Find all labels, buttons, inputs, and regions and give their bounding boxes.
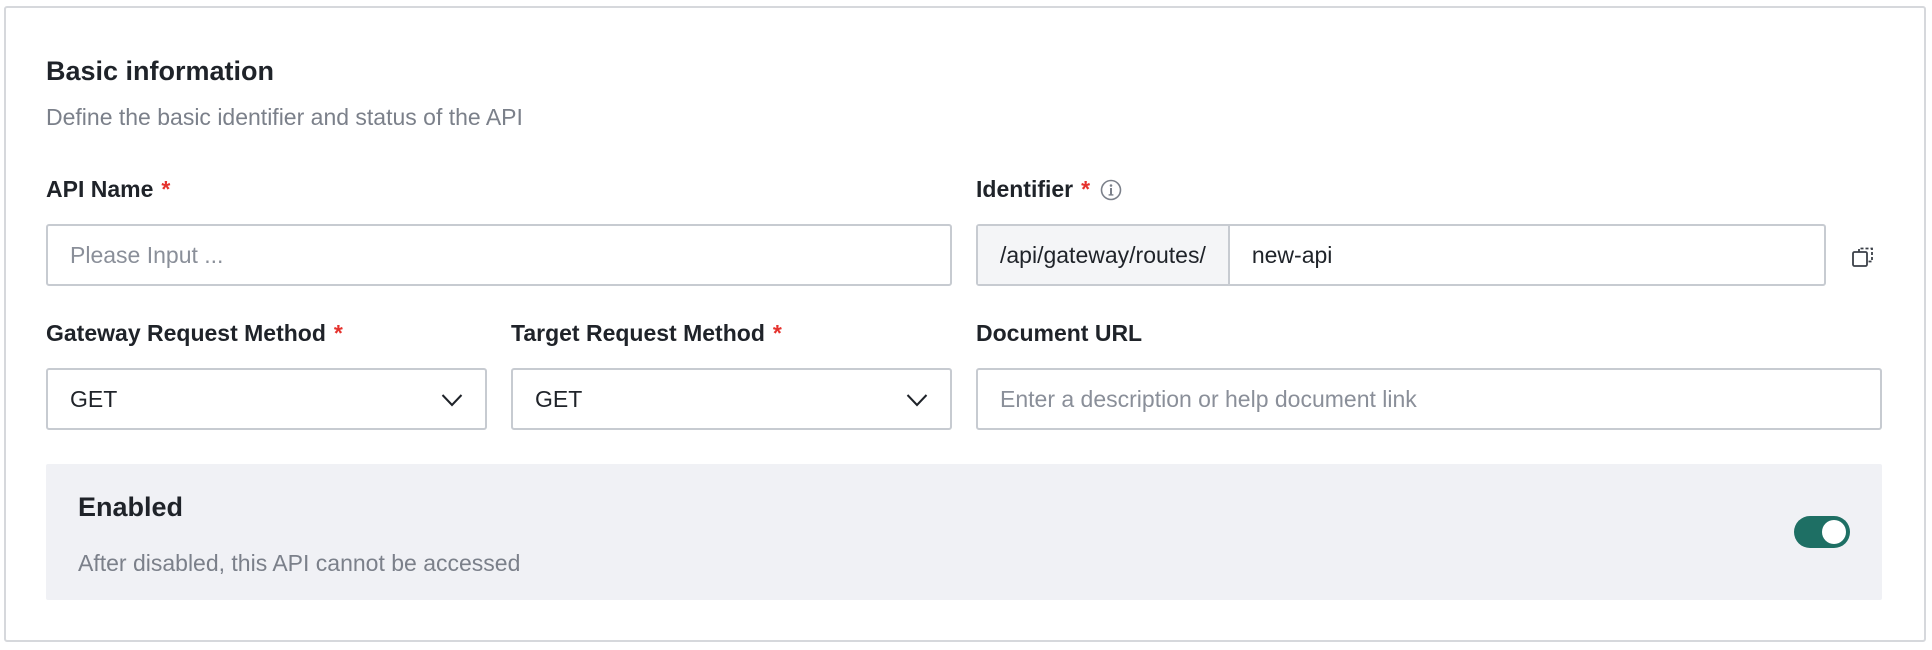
target-method-select[interactable]: GET (511, 368, 952, 430)
toggle-knob (1822, 520, 1846, 544)
identifier-prefix: /api/gateway/routes/ (978, 226, 1230, 284)
document-url-label-text: Document URL (976, 320, 1143, 346)
target-method-label-text: Target Request Method (511, 320, 765, 346)
gateway-method-value: GET (70, 385, 118, 412)
api-name-input[interactable]: Please Input ... (46, 224, 952, 286)
chevron-down-icon (441, 386, 463, 413)
gateway-method-label-text: Gateway Request Method (46, 320, 326, 346)
api-name-placeholder: Please Input ... (70, 241, 224, 268)
section-description: Define the basic identifier and status o… (46, 104, 523, 130)
required-asterisk: * (161, 176, 171, 202)
target-method-value: GET (535, 385, 583, 412)
document-url-placeholder: Enter a description or help document lin… (1000, 385, 1417, 412)
enabled-panel: Enabled After disabled, this API cannot … (46, 464, 1882, 600)
document-url-input[interactable]: Enter a description or help document lin… (976, 368, 1882, 430)
target-method-label: Target Request Method * (511, 320, 782, 347)
enabled-description: After disabled, this API cannot be acces… (78, 550, 521, 576)
identifier-label-text: Identifier (976, 176, 1074, 202)
section-title: Basic information (46, 56, 275, 86)
identifier-label: Identifier * (976, 176, 1122, 203)
api-name-label-text: API Name (46, 176, 154, 202)
required-asterisk: * (772, 320, 782, 346)
gateway-method-select[interactable]: GET (46, 368, 487, 430)
identifier-input[interactable]: /api/gateway/routes/ new-api (976, 224, 1826, 286)
gateway-method-label: Gateway Request Method * (46, 320, 343, 347)
info-icon[interactable] (1100, 179, 1122, 201)
document-url-label: Document URL (976, 320, 1142, 347)
chevron-down-icon (906, 386, 928, 413)
api-name-label: API Name * (46, 176, 170, 203)
identifier-value: new-api (1251, 241, 1333, 268)
enabled-title: Enabled (78, 492, 184, 522)
required-asterisk: * (333, 320, 343, 346)
required-asterisk: * (1081, 176, 1091, 202)
copy-icon[interactable] (1850, 244, 1876, 270)
enabled-toggle[interactable] (1794, 516, 1850, 548)
